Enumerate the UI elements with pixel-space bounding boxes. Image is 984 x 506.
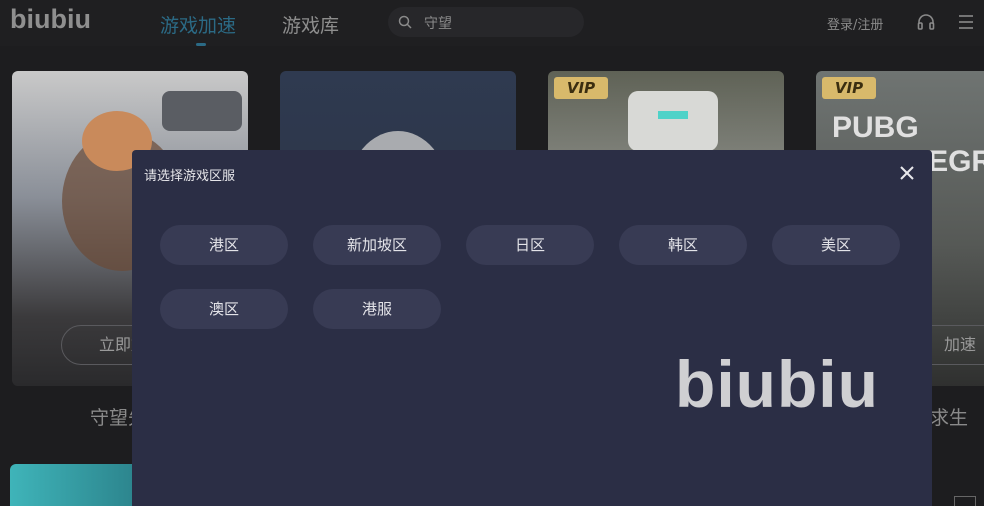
close-icon[interactable] xyxy=(898,164,916,182)
headset-icon[interactable] xyxy=(916,12,936,32)
search-icon xyxy=(398,15,412,29)
top-bar: biubiu 游戏加速 游戏库 守望 登录/注册 xyxy=(0,0,984,46)
vip-badge: VIP xyxy=(554,77,608,99)
region-button-korea[interactable]: 韩区 xyxy=(619,225,747,265)
region-select-dialog: 请选择游戏区服 港区 新加坡区 日区 韩区 美区 澳区 港服 biubiu xyxy=(132,150,932,506)
dialog-title: 请选择游戏区服 xyxy=(144,169,236,184)
game-card-5[interactable] xyxy=(10,464,150,506)
region-button-singapore[interactable]: 新加坡区 xyxy=(313,225,441,265)
app-logo: biubiu xyxy=(10,4,91,34)
window-icon[interactable] xyxy=(954,496,976,506)
region-button-us[interactable]: 美区 xyxy=(772,225,900,265)
search-value: 守望 xyxy=(424,16,452,32)
login-register-link[interactable]: 登录/注册 xyxy=(827,14,883,33)
brand-logo: biubiu xyxy=(675,347,879,421)
region-button-australia[interactable]: 澳区 xyxy=(160,289,288,329)
menu-icon[interactable] xyxy=(957,13,975,31)
region-button-hk-server[interactable]: 港服 xyxy=(313,289,441,329)
region-button-japan[interactable]: 日区 xyxy=(466,225,594,265)
vip-badge: VIP xyxy=(822,77,876,99)
game-title-4: 求生 xyxy=(930,407,969,429)
tab-game-library[interactable]: 游戏库 xyxy=(282,11,339,38)
active-tab-indicator xyxy=(196,43,206,46)
region-button-hk[interactable]: 港区 xyxy=(160,225,288,265)
tab-game-accelerate[interactable]: 游戏加速 xyxy=(160,11,236,38)
search-input[interactable]: 守望 xyxy=(388,7,584,37)
